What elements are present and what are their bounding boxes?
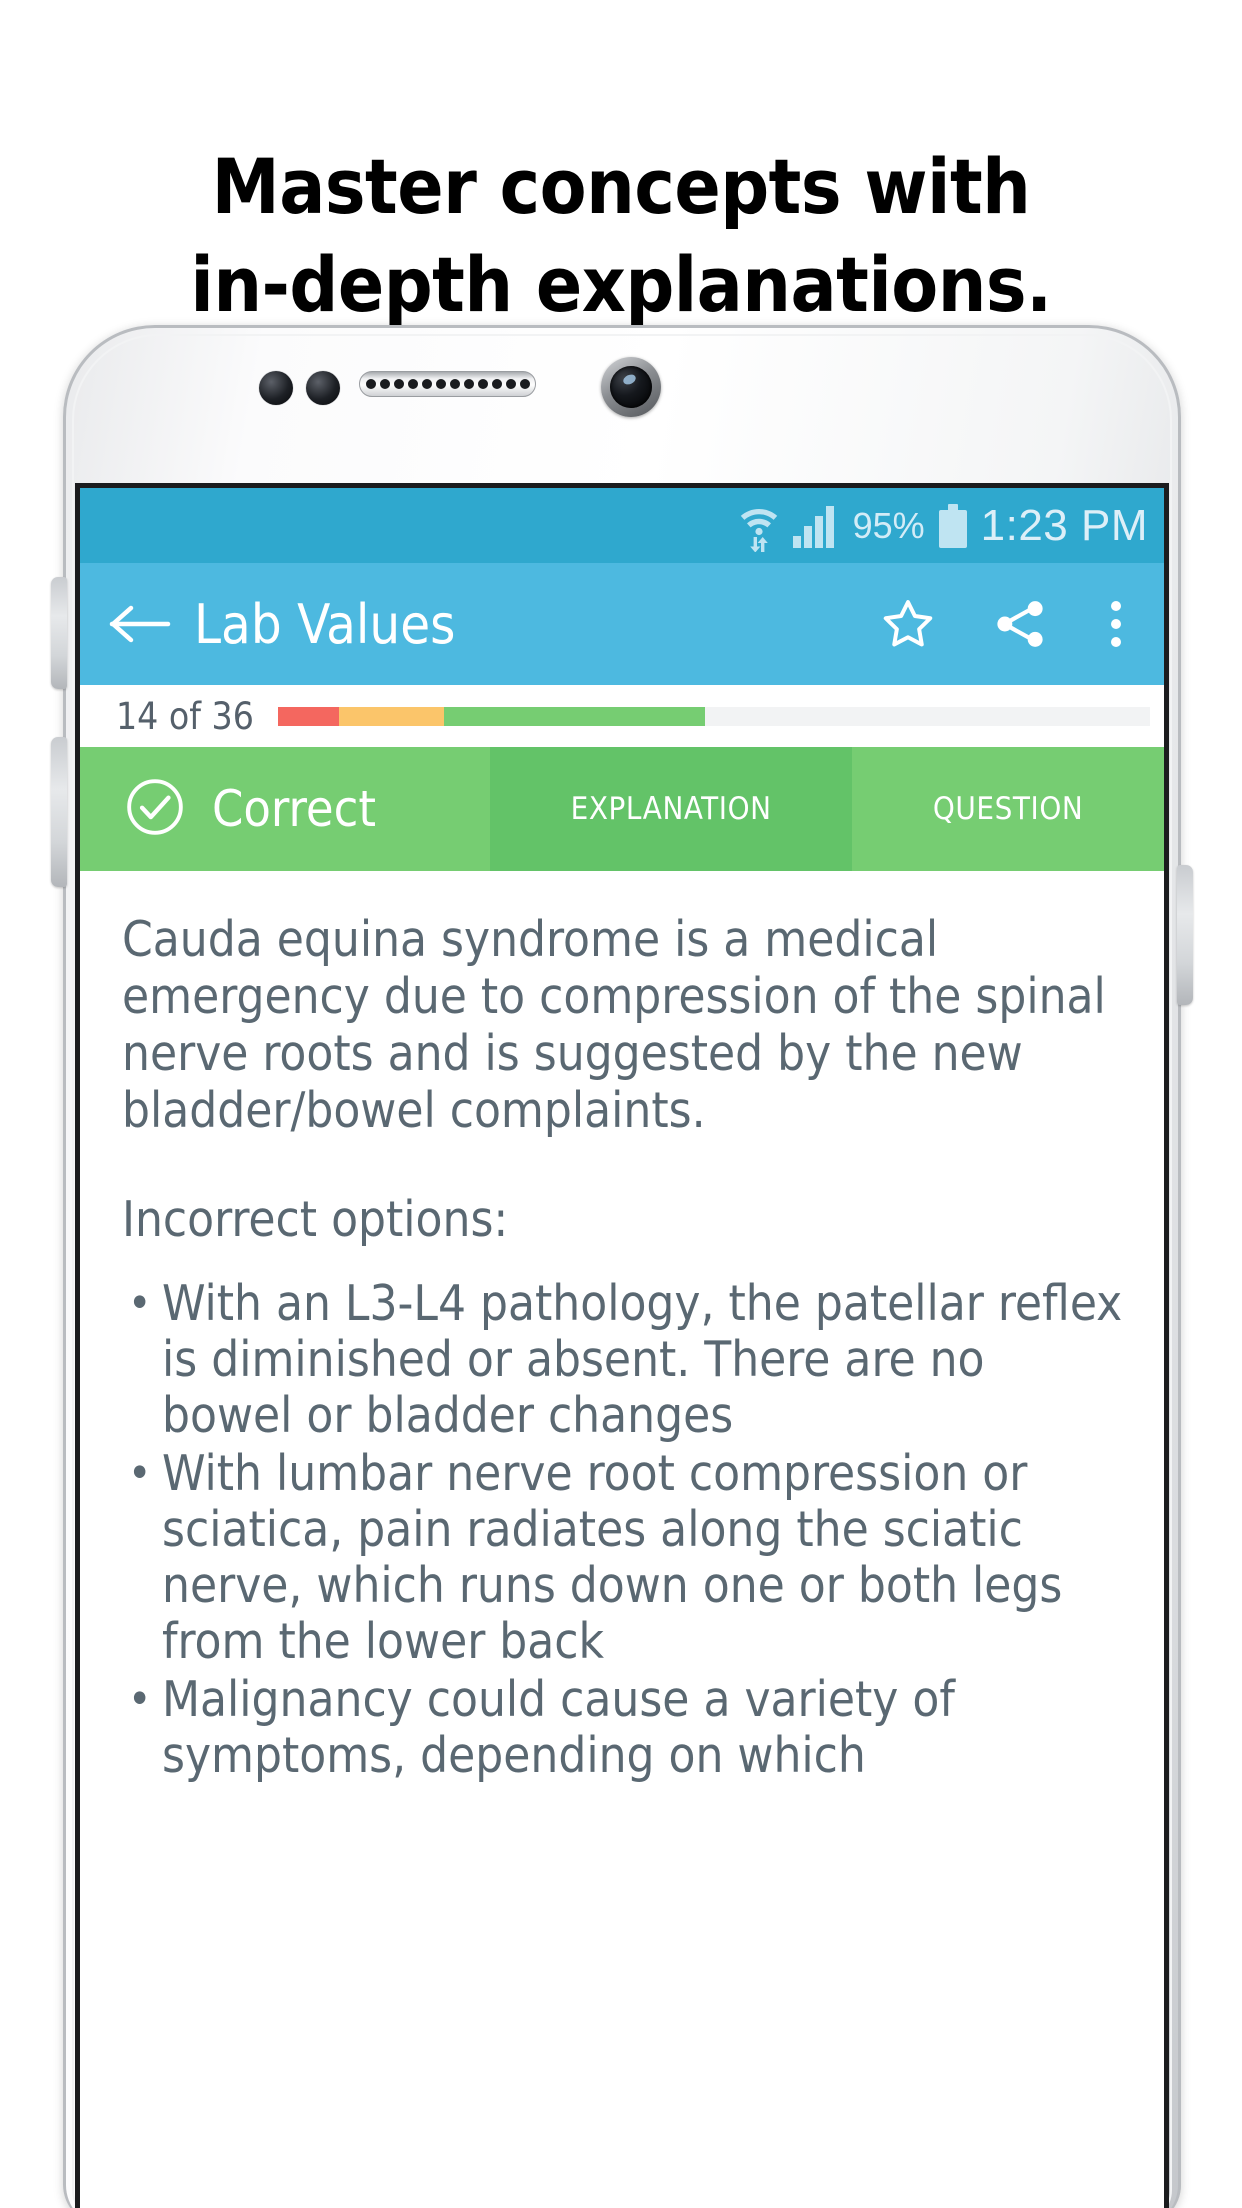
- battery-full-icon: [938, 503, 967, 548]
- progress-segment-incorrect: [277, 706, 339, 726]
- check-circle-icon: [124, 776, 186, 843]
- promo-headline-line-1: Master concepts with: [211, 142, 1031, 231]
- list-item-text: Malignancy could cause a variety of symp…: [162, 1671, 955, 1784]
- list-item-text: With an L3-L4 pathology, the patellar re…: [162, 1275, 1123, 1444]
- overflow-menu-icon[interactable]: [1102, 594, 1130, 654]
- wifi-icon: [739, 500, 779, 552]
- power-button[interactable]: [1177, 865, 1193, 1005]
- tab-explanation[interactable]: EXPLANATION: [490, 747, 853, 871]
- progress-segment-remaining: [705, 706, 1150, 726]
- explanation-paragraph: Cauda equina syndrome is a medical emerg…: [122, 911, 1106, 1139]
- question-counter: 14 of 36: [116, 694, 254, 738]
- battery-percent-label: 95%: [852, 504, 925, 546]
- data-transfer-arrows-icon: [749, 536, 768, 552]
- progress-segment-correct: [443, 706, 706, 726]
- quiz-progress-row: 14 of 36: [80, 685, 1164, 747]
- earpiece-speaker-grille: [359, 371, 536, 397]
- back-arrow-icon[interactable]: [108, 592, 172, 656]
- volume-up-button[interactable]: [51, 577, 67, 689]
- list-item: • Malignancy could cause a variety of sy…: [122, 1672, 1126, 1784]
- status-bar-clock: 1:23 PM: [980, 500, 1148, 550]
- front-camera-icon: [601, 357, 661, 417]
- promo-headline-line-2: in-depth explanations.: [190, 240, 1052, 329]
- bullet-dot-icon: •: [128, 1448, 152, 1499]
- android-status-bar: 95% 1:23 PM: [80, 488, 1164, 563]
- incorrect-options-list: • With an L3-L4 pathology, the patellar …: [122, 1276, 1126, 1784]
- promo-screenshot-page: Master concepts with in-depth explanatio…: [0, 0, 1242, 2208]
- bullet-dot-icon: •: [128, 1278, 152, 1329]
- tab-question[interactable]: QUESTION: [852, 747, 1164, 871]
- progress-segment-marked: [338, 706, 444, 726]
- volume-down-button[interactable]: [51, 737, 67, 887]
- page-title: Lab Values: [194, 592, 456, 656]
- star-outline-icon[interactable]: [878, 594, 938, 654]
- progress-bar[interactable]: [277, 706, 1150, 726]
- list-item: • With lumbar nerve root compression or …: [122, 1446, 1126, 1670]
- proximity-sensor-icon: [259, 371, 293, 405]
- toolbar-actions: [878, 594, 1130, 654]
- promo-headline: Master concepts with in-depth explanatio…: [0, 138, 1242, 334]
- answer-status-label: Correct: [212, 780, 376, 838]
- incorrect-options-heading: Incorrect options:: [122, 1191, 509, 1248]
- light-sensor-icon: [306, 371, 340, 405]
- phone-device-mockup: 95% 1:23 PM Lab Values 14 of 36 Correct …: [51, 325, 1193, 2208]
- bullet-dot-icon: •: [128, 1674, 152, 1725]
- app-toolbar: Lab Values: [80, 563, 1164, 685]
- phone-screen: 95% 1:23 PM Lab Values 14 of 36 Correct …: [75, 483, 1169, 2208]
- list-item: • With an L3-L4 pathology, the patellar …: [122, 1276, 1126, 1444]
- cellular-signal-icon: [792, 504, 839, 548]
- share-icon[interactable]: [990, 594, 1050, 654]
- answer-status-badge: Correct: [80, 747, 490, 871]
- answer-tab-bar: Correct EXPLANATION QUESTION: [80, 747, 1164, 871]
- list-item-text: With lumbar nerve root compression or sc…: [162, 1445, 1063, 1670]
- explanation-content: Cauda equina syndrome is a medical emerg…: [80, 871, 1164, 2208]
